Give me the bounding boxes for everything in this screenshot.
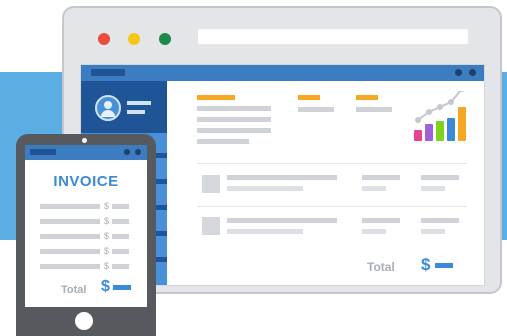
tablet-menu-dot-icon[interactable] bbox=[135, 149, 141, 155]
invoice-row-line bbox=[40, 234, 100, 239]
menu-dot-icon[interactable] bbox=[469, 69, 476, 76]
chart-bar bbox=[414, 130, 422, 141]
bar-chart-icon bbox=[414, 91, 466, 141]
invoice-total-amount bbox=[113, 285, 131, 290]
invoice-row-amount bbox=[112, 234, 129, 239]
invoice-title: INVOICE bbox=[53, 173, 119, 190]
line-item-thumbnail bbox=[202, 217, 220, 235]
tablet-screen: INVOICE $ $ $ $ $ Total $ bbox=[25, 145, 147, 307]
divider bbox=[197, 163, 467, 164]
profile-name-line bbox=[127, 101, 151, 105]
text-line bbox=[227, 229, 303, 234]
invoice-row-currency: $ bbox=[104, 261, 110, 271]
invoice-row-amount bbox=[112, 264, 129, 269]
invoice-row-line bbox=[40, 219, 100, 224]
tablet-app-logo bbox=[30, 149, 56, 155]
invoice-row-line bbox=[40, 249, 100, 254]
chart-trend-point bbox=[448, 99, 454, 105]
chart-trend-point bbox=[426, 109, 432, 115]
invoice-row-currency: $ bbox=[104, 201, 110, 211]
dashboard-currency-symbol: $ bbox=[421, 255, 431, 274]
line-item-thumbnail bbox=[202, 175, 220, 193]
text-line bbox=[356, 107, 392, 112]
invoice-row-line bbox=[40, 264, 100, 269]
invoice-row-amount bbox=[112, 219, 129, 224]
text-line bbox=[197, 117, 271, 122]
tablet-home-button[interactable] bbox=[75, 312, 93, 330]
text-line bbox=[362, 218, 400, 223]
heading-highlight bbox=[197, 95, 235, 100]
text-line bbox=[362, 229, 386, 234]
column-heading-highlight bbox=[356, 95, 378, 100]
dashboard-total-amount bbox=[435, 263, 453, 268]
divider bbox=[197, 206, 467, 207]
text-line bbox=[362, 175, 400, 180]
close-window-button[interactable] bbox=[98, 33, 110, 45]
app-top-bar bbox=[81, 65, 484, 81]
address-bar[interactable] bbox=[198, 29, 468, 44]
text-line bbox=[362, 186, 386, 191]
text-line bbox=[227, 175, 337, 180]
invoice-row-line bbox=[40, 204, 100, 209]
dashboard-total-label: Total bbox=[367, 260, 395, 274]
chart-bar bbox=[447, 118, 455, 141]
column-heading-highlight bbox=[298, 95, 320, 100]
invoice-row-currency: $ bbox=[104, 216, 110, 226]
chart-bar bbox=[436, 121, 444, 141]
tablet-top-bar bbox=[25, 145, 147, 160]
text-line bbox=[298, 107, 334, 112]
text-line bbox=[227, 186, 303, 191]
text-line bbox=[421, 229, 445, 234]
invoice-total-label: Total bbox=[61, 284, 87, 296]
text-line bbox=[197, 128, 271, 133]
text-line bbox=[197, 106, 271, 111]
tablet-menu-dot-icon[interactable] bbox=[124, 149, 130, 155]
text-line bbox=[227, 218, 337, 223]
invoice-row-currency: $ bbox=[104, 231, 110, 241]
invoice-illustration: Total $ INVOICE $ $ $ $ $ Total $ bbox=[0, 0, 507, 336]
invoice-row-amount bbox=[112, 204, 129, 209]
chart-bar bbox=[458, 107, 466, 141]
app-logo bbox=[91, 69, 125, 76]
maximize-window-button[interactable] bbox=[159, 33, 171, 45]
text-line bbox=[421, 186, 445, 191]
invoice-row-currency: $ bbox=[104, 246, 110, 256]
invoice-row-amount bbox=[112, 249, 129, 254]
tablet-camera bbox=[82, 138, 87, 143]
notification-dot-icon[interactable] bbox=[455, 69, 462, 76]
text-line bbox=[421, 218, 459, 223]
invoice-currency-symbol: $ bbox=[101, 278, 110, 295]
chart-trend-point bbox=[415, 117, 421, 123]
chart-bar bbox=[425, 124, 433, 141]
tablet-device: INVOICE $ $ $ $ $ Total $ bbox=[16, 134, 156, 336]
sidebar-profile[interactable] bbox=[81, 81, 167, 133]
user-avatar-icon[interactable] bbox=[95, 95, 121, 121]
minimize-window-button[interactable] bbox=[128, 33, 140, 45]
text-line bbox=[421, 175, 459, 180]
text-line bbox=[197, 139, 249, 144]
profile-role-line bbox=[127, 110, 145, 114]
chart-trend-point bbox=[437, 104, 443, 110]
